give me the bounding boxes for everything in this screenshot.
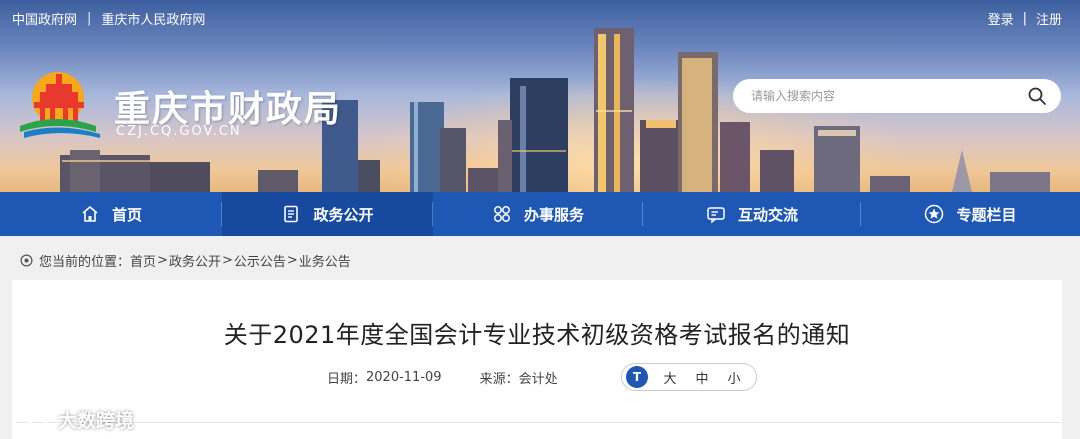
breadcrumb-separator: > [221, 253, 233, 268]
nav-item-label: 首页 [111, 205, 142, 224]
nav-item-home[interactable]: 首页 [0, 192, 222, 236]
date-value: 2020-11-09 [366, 370, 442, 385]
article-title: 关于2021年度全国会计专业技术初级资格考试报名的通知 [223, 321, 851, 349]
main-nav: 首页 政务公开 办事服务 互动交流 专题栏目 [0, 192, 1080, 236]
article-card: 关于2021年度全国会计专业技术初级资格考试报名的通知 日期： 2020-11-… [12, 280, 1062, 439]
nav-item-label: 互动交流 [737, 205, 798, 224]
breadcrumb-separator: > [286, 253, 298, 268]
nav-item-services[interactable]: 办事服务 [433, 192, 643, 236]
document-icon [284, 205, 299, 223]
finance-bureau-logo-icon [20, 72, 100, 138]
nav-item-label: 政务公开 [313, 205, 374, 224]
login-link[interactable]: 登录 [988, 9, 1014, 28]
article-meta: 日期： 2020-11-09 来源： 会计处 [327, 368, 558, 387]
home-icon [82, 206, 98, 222]
breadcrumb: 您当前的位置： 首页 > 政务公开 > 公示公告 > 业务公告 [20, 251, 351, 270]
watermark-text: 大数跨境 [58, 410, 135, 432]
location-icon [20, 254, 33, 267]
font-size-icon: T [626, 366, 648, 388]
nav-item-gov-affairs[interactable]: 政务公开 [222, 192, 433, 236]
breadcrumb-item-announcements[interactable]: 公示公告 [234, 251, 286, 270]
watermark: 大数跨境 [12, 406, 134, 433]
breadcrumb-prefix: 您当前的位置： [39, 255, 131, 270]
source-value: 会计处 [518, 372, 558, 387]
auth-links: 登录 | 注册 [988, 9, 1062, 28]
nav-item-label: 专题栏目 [956, 205, 1017, 224]
top-links-separator: | [87, 11, 92, 26]
search-box [733, 79, 1061, 113]
article-divider [12, 422, 1062, 423]
register-link[interactable]: 注册 [1036, 9, 1062, 28]
nav-item-topics[interactable]: 专题栏目 [861, 192, 1080, 236]
auth-separator: | [1022, 11, 1027, 26]
search-input[interactable] [751, 89, 1027, 103]
city-portal-link[interactable]: 重庆市人民政府网 [101, 9, 205, 28]
star-icon [925, 204, 944, 224]
watermark-logo-icon [12, 410, 48, 429]
breadcrumb-item-home[interactable]: 首页 [130, 251, 156, 270]
chat-icon [707, 207, 725, 224]
nav-item-interaction[interactable]: 互动交流 [643, 192, 861, 236]
date-label: 日期： [327, 372, 367, 387]
source-label: 来源： [479, 372, 519, 387]
breadcrumb-item-gov-affairs[interactable]: 政务公开 [169, 251, 221, 270]
site-domain: CZJ.CQ.GOV.CN [116, 124, 242, 139]
services-icon [494, 206, 510, 222]
font-size-small-button[interactable]: 小 [718, 368, 750, 387]
gov-portal-link[interactable]: 中国政府网 [12, 9, 77, 28]
font-size-large-button[interactable]: 大 [654, 368, 686, 387]
search-icon[interactable] [1027, 86, 1047, 106]
top-links: 中国政府网 | 重庆市人民政府网 [12, 9, 205, 28]
font-size-medium-button[interactable]: 中 [686, 368, 718, 387]
header-banner: 中国政府网 | 重庆市人民政府网 登录 | 注册 重庆市财政局 CZJ.CQ.G… [0, 0, 1080, 192]
breadcrumb-item-business-notices[interactable]: 业务公告 [299, 251, 351, 270]
font-size-switcher: T 大 中 小 [621, 363, 757, 391]
nav-item-label: 办事服务 [523, 205, 584, 224]
breadcrumb-separator: > [157, 253, 168, 268]
